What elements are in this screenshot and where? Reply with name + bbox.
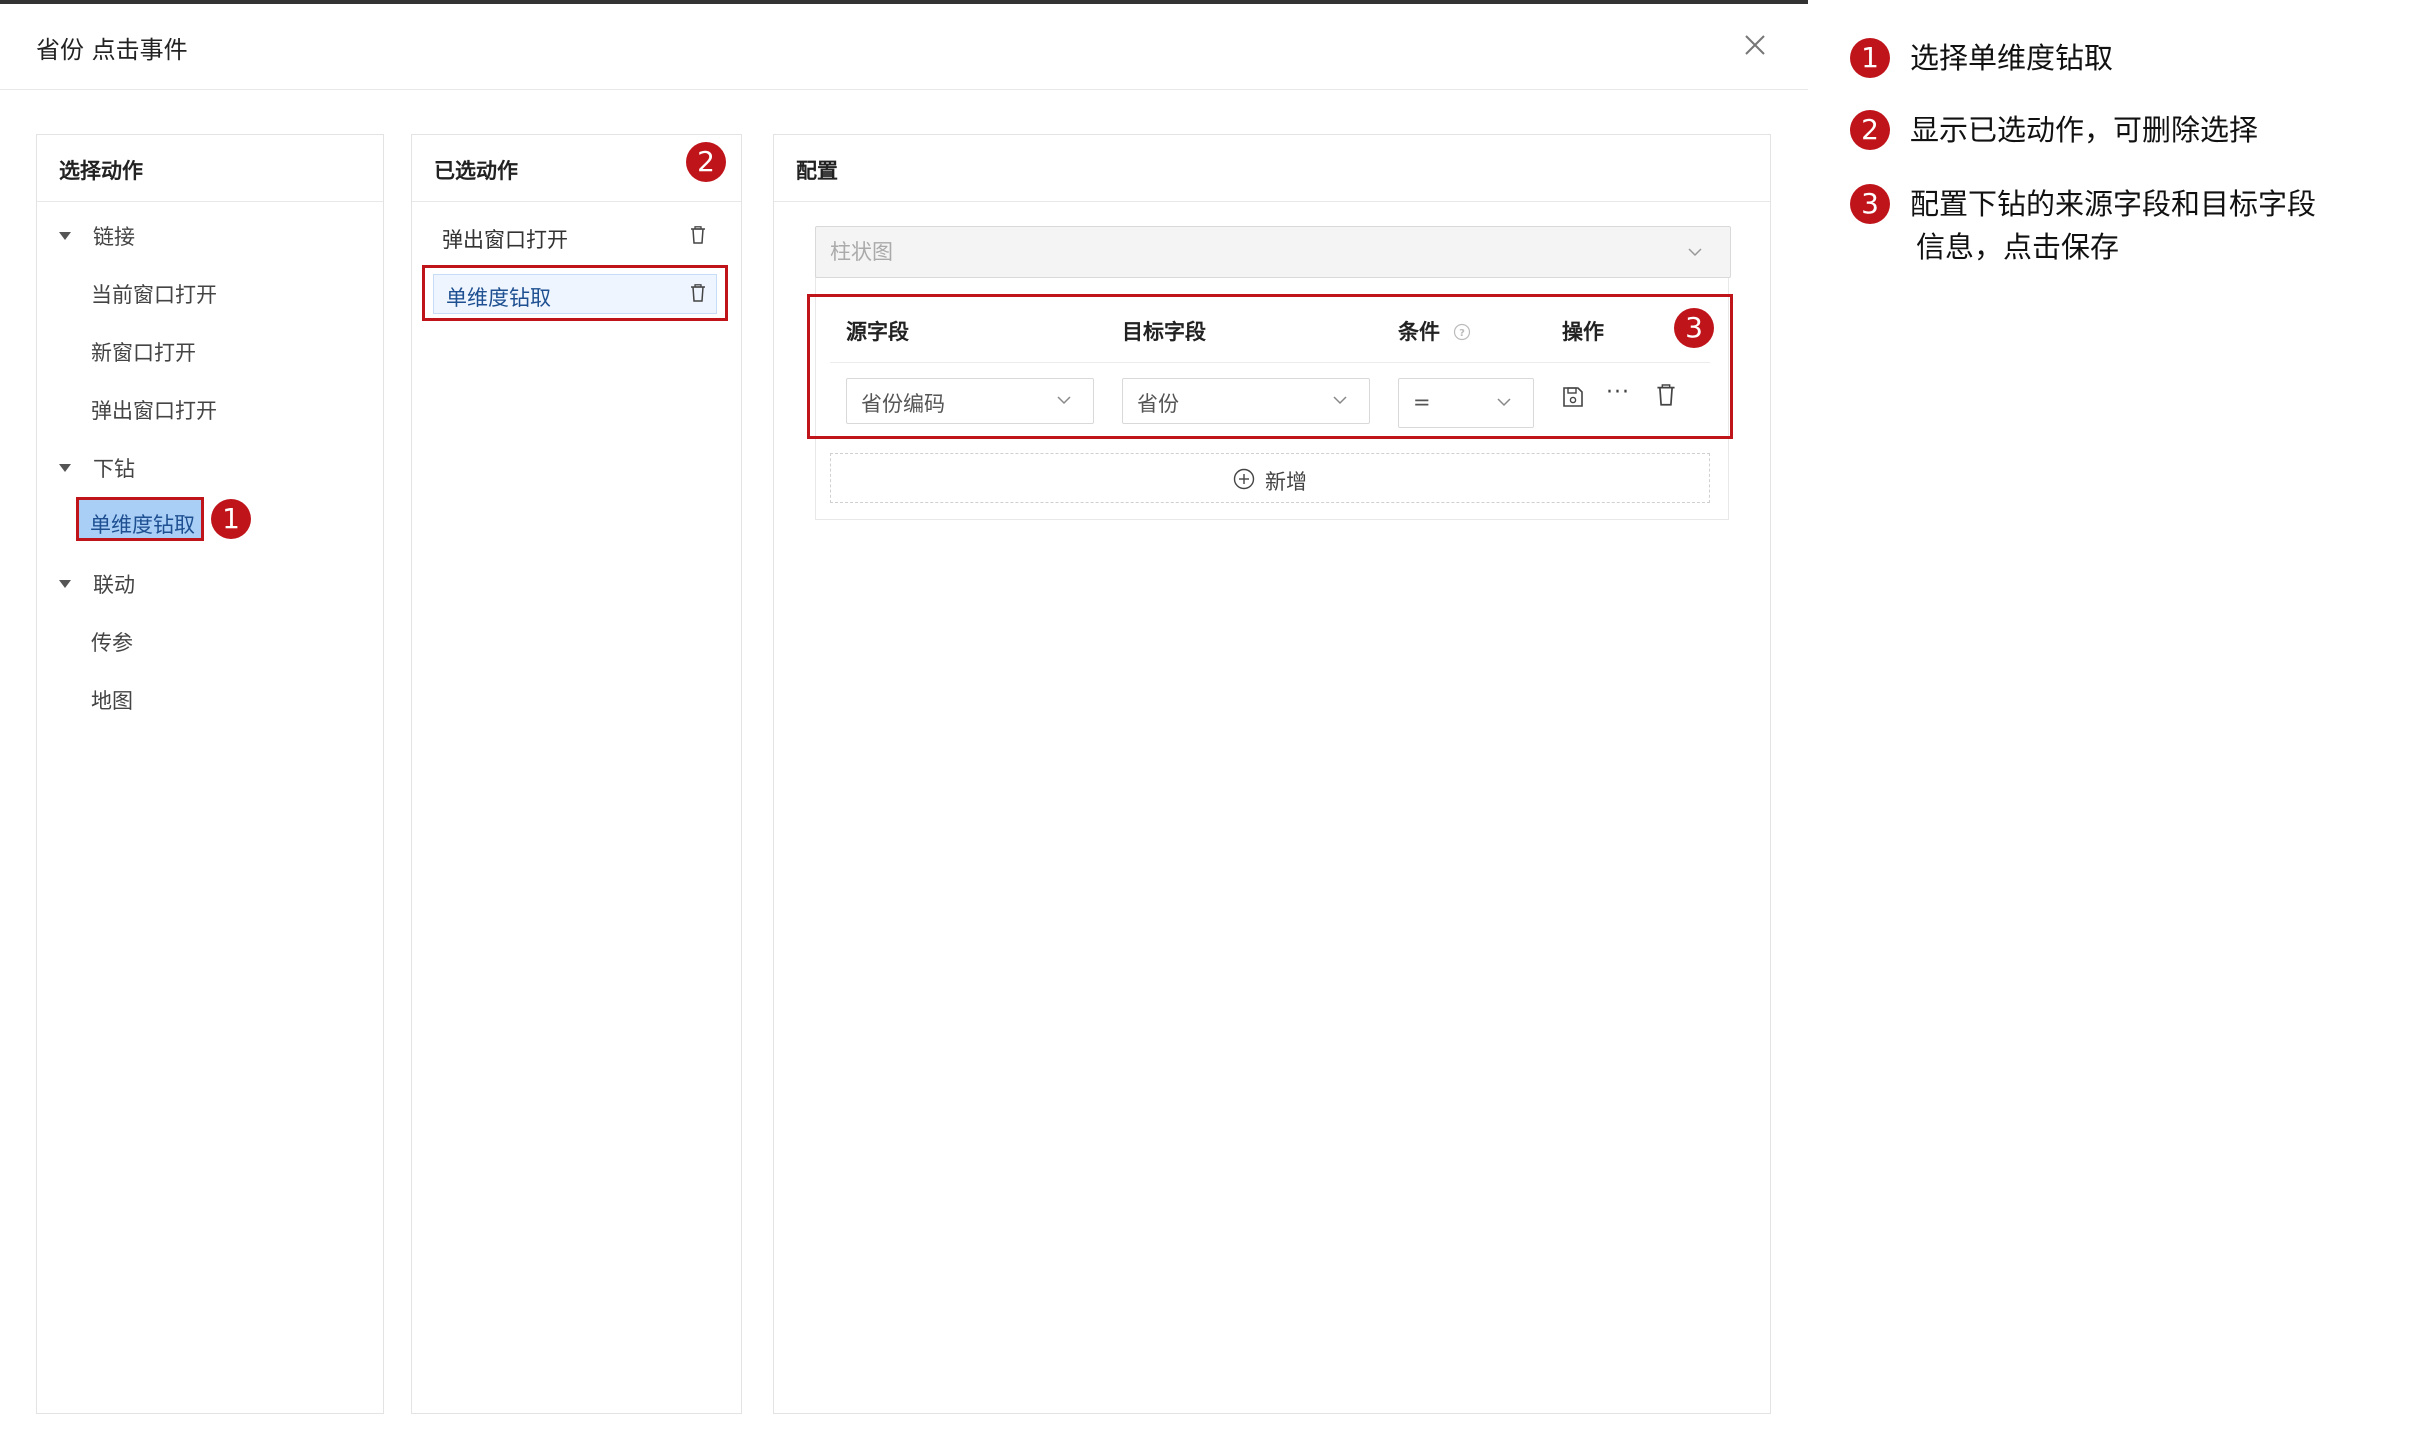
tree-item-current-window[interactable]: 当前窗口打开 [91,279,217,309]
tree-group-drilldown[interactable]: 下钻 [59,453,135,483]
close-icon[interactable] [1740,30,1770,60]
note-2: 2 显示已选动作，可删除选择 [1850,110,2258,152]
note-3: 3 配置下钻的来源字段和目标字段 [1850,184,2316,226]
chevron-down-icon [1688,248,1702,257]
tree-group-linkage[interactable]: 联动 [59,569,135,599]
selected-item-single-drill[interactable]: 单维度钻取 [422,265,728,321]
actions-panel: 选择动作 链接 当前窗口打开 新窗口打开 弹出窗口打开 下钻 联动 传参 地图 [36,134,384,1414]
plus-circle-icon [1233,468,1255,490]
highlight-box-3 [807,294,1733,439]
selected-panel-title: 已选动作 [434,159,518,183]
caret-down-icon [59,464,71,472]
caret-down-icon [59,232,71,240]
config-panel-header: 配置 [774,135,1770,202]
annotation-badge-3: 3 [1674,308,1714,348]
note-1: 1 选择单维度钻取 [1850,38,2113,80]
trash-icon[interactable] [690,284,706,302]
tree-group-link[interactable]: 链接 [59,221,135,251]
event-dialog: 省份 点击事件 选择动作 链接 当前窗口打开 新窗口打开 弹出窗口打开 下钻 联… [0,0,1808,1446]
top-border [0,0,1808,4]
tree-item-popup-window[interactable]: 弹出窗口打开 [91,395,217,425]
actions-panel-title: 选择动作 [59,159,143,183]
annotation-badge-1: 1 [211,499,251,539]
dialog-title: 省份 点击事件 [36,36,188,64]
selected-panel: 已选动作 弹出窗口打开 [411,134,742,1414]
add-row-button[interactable]: 新增 [830,453,1710,503]
header-divider [0,89,1808,90]
tree-item-pass-params[interactable]: 传参 [91,627,133,657]
caret-down-icon [59,580,71,588]
annotation-badge-2: 2 [686,142,726,182]
config-panel-title: 配置 [796,159,838,183]
actions-panel-header: 选择动作 [37,135,383,202]
trash-icon[interactable] [690,226,706,244]
tree-item-map[interactable]: 地图 [91,685,133,715]
note-3-line2: 信息，点击保存 [1916,230,2120,264]
chart-type-select[interactable]: 柱状图 [815,226,1731,278]
tree-item-new-window[interactable]: 新窗口打开 [91,337,196,367]
tree-item-single-drill-selected[interactable]: 单维度钻取 [76,497,204,541]
